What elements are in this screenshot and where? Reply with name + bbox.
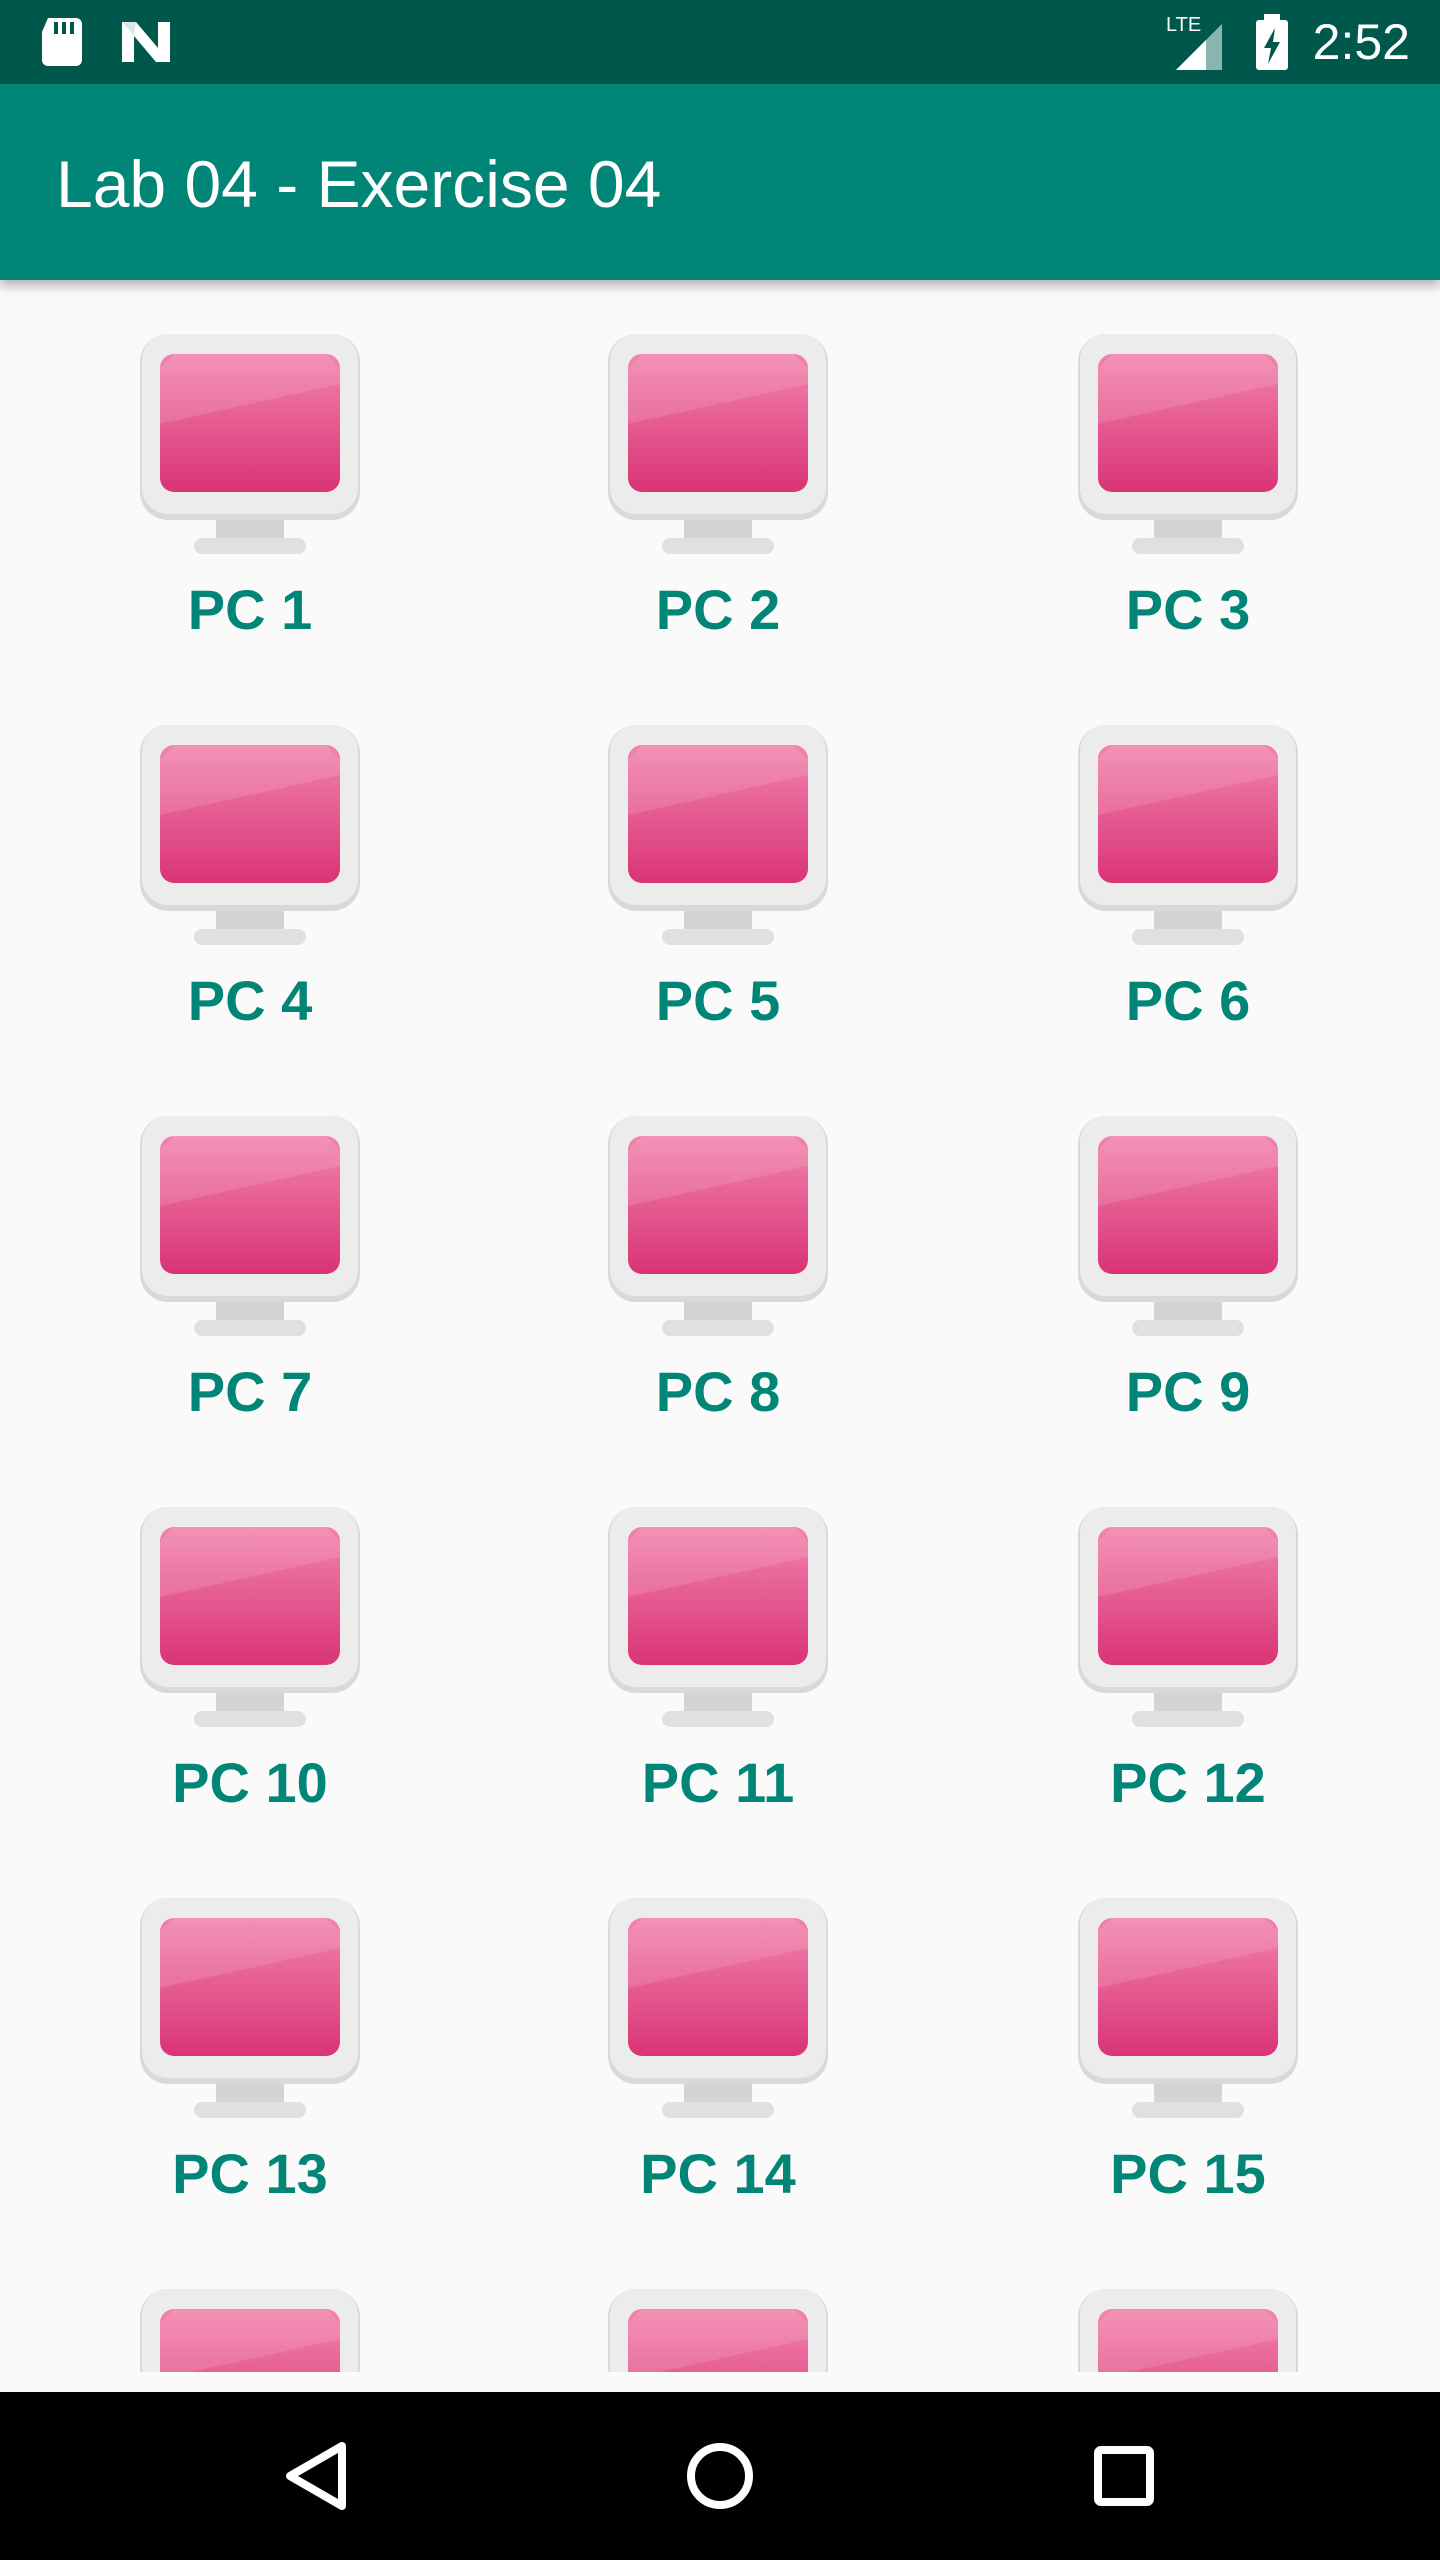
pc-grid-item[interactable]: PC 2 [500, 332, 936, 723]
clock-time: 2:52 [1312, 14, 1410, 70]
pc-grid-item[interactable]: PC 6 [936, 723, 1440, 1114]
pc-label: PC 13 [172, 2142, 328, 2205]
pc-grid-item[interactable] [0, 2287, 500, 2372]
pc-label: PC 2 [655, 578, 781, 641]
pc-label: PC 5 [655, 969, 781, 1032]
pc-grid-item[interactable]: PC 10 [0, 1505, 500, 1896]
computer-monitor-icon [140, 1507, 360, 1727]
pc-grid-item[interactable]: PC 4 [0, 723, 500, 1114]
pc-label: PC 6 [1125, 969, 1251, 1032]
navigation-bar [0, 2392, 1440, 2560]
pc-grid: PC 1 PC 2 PC 3 PC 4 PC 5 PC 6 PC 7 PC 8 PC 9 PC 1… [0, 332, 1440, 2372]
pc-grid-item[interactable]: PC 1 [0, 332, 500, 723]
status-bar: LTE 2:52 [0, 0, 1440, 84]
computer-monitor-icon [140, 1898, 360, 2118]
pc-label: PC 11 [641, 1751, 795, 1814]
computer-monitor-icon [1078, 334, 1298, 554]
computer-monitor-icon [1078, 1116, 1298, 1336]
computer-monitor-icon [140, 725, 360, 945]
computer-monitor-icon [608, 1898, 828, 2118]
pc-grid-item[interactable] [936, 2287, 1440, 2372]
sd-card-icon [42, 18, 82, 66]
pc-grid-item[interactable] [500, 2287, 936, 2372]
pc-label: PC 14 [640, 2142, 796, 2205]
pc-label: PC 7 [187, 1360, 313, 1423]
pc-label: PC 8 [655, 1360, 781, 1423]
computer-monitor-icon [608, 2289, 828, 2372]
pc-grid-item[interactable]: PC 7 [0, 1114, 500, 1505]
pc-grid-item[interactable]: PC 5 [500, 723, 936, 1114]
page-title: Lab 04 - Exercise 04 [56, 147, 662, 221]
computer-monitor-icon [140, 2289, 360, 2372]
pc-grid-item[interactable]: PC 15 [936, 1896, 1440, 2287]
pc-label: PC 3 [1125, 578, 1251, 641]
computer-monitor-icon [1078, 1507, 1298, 1727]
pc-label: PC 4 [187, 969, 313, 1032]
pc-grid-item[interactable]: PC 11 [500, 1505, 936, 1896]
pc-grid-item[interactable]: PC 8 [500, 1114, 936, 1505]
pc-label: PC 12 [1110, 1751, 1266, 1814]
computer-monitor-icon [608, 725, 828, 945]
pc-label: PC 1 [187, 578, 313, 641]
computer-monitor-icon [140, 334, 360, 554]
home-icon[interactable] [670, 2426, 770, 2526]
lte-signal-icon: LTE [1164, 14, 1224, 70]
computer-monitor-icon [140, 1116, 360, 1336]
computer-monitor-icon [1078, 1898, 1298, 2118]
pc-grid-item[interactable]: PC 13 [0, 1896, 500, 2287]
pc-grid-item[interactable]: PC 3 [936, 332, 1440, 723]
n-notification-icon [122, 22, 170, 62]
app-bar: Lab 04 - Exercise 04 [0, 84, 1440, 280]
recents-icon[interactable] [1074, 2426, 1174, 2526]
computer-monitor-icon [1078, 2289, 1298, 2372]
pc-grid-view[interactable]: PC 1 PC 2 PC 3 PC 4 PC 5 PC 6 PC 7 PC 8 PC 9 PC 1… [0, 280, 1440, 2372]
pc-grid-item[interactable]: PC 14 [500, 1896, 936, 2287]
computer-monitor-icon [608, 1116, 828, 1336]
pc-label: PC 9 [1125, 1360, 1251, 1423]
pc-label: PC 10 [172, 1751, 328, 1814]
computer-monitor-icon [1078, 725, 1298, 945]
back-icon[interactable] [266, 2426, 366, 2526]
pc-label: PC 15 [1110, 2142, 1266, 2205]
computer-monitor-icon [608, 1507, 828, 1727]
battery-charging-icon [1256, 14, 1288, 70]
computer-monitor-icon [608, 334, 828, 554]
pc-grid-item[interactable]: PC 9 [936, 1114, 1440, 1505]
pc-grid-item[interactable]: PC 12 [936, 1505, 1440, 1896]
